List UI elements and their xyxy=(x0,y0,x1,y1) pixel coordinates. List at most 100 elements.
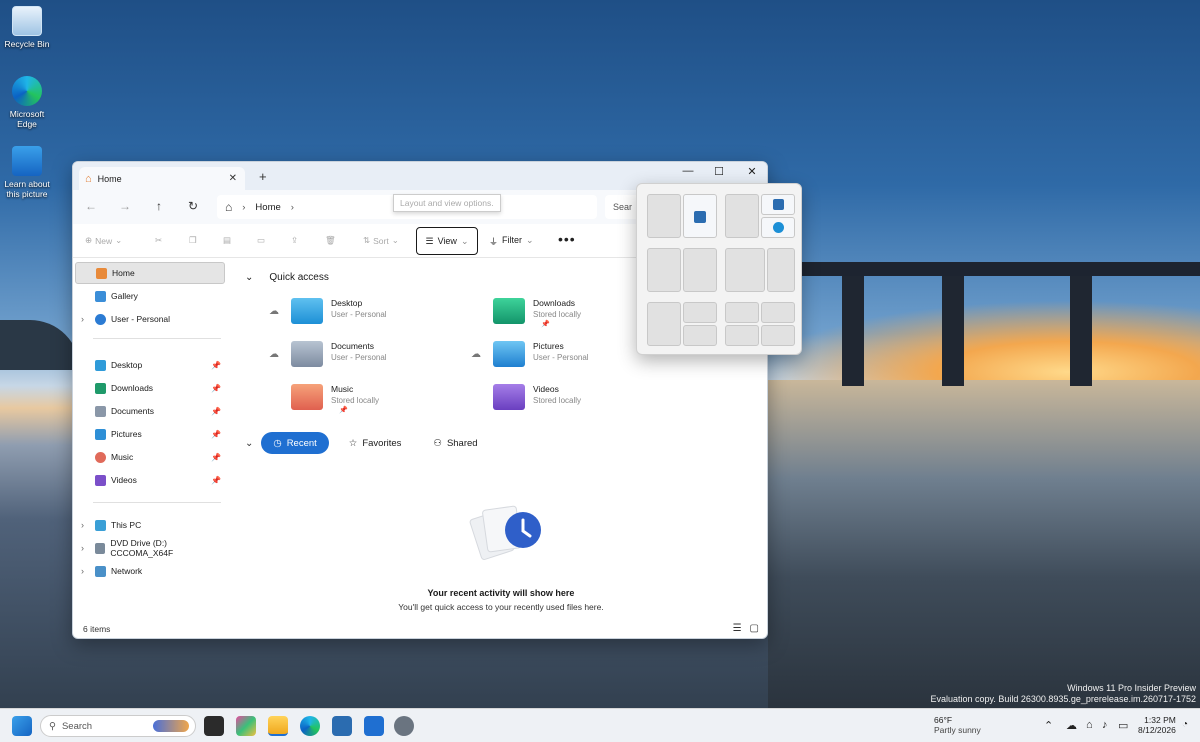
snap-zone[interactable] xyxy=(683,248,717,292)
breadcrumb-chevron-icon[interactable]: › xyxy=(291,202,294,213)
snap-zone[interactable] xyxy=(725,302,759,323)
cloud-status-icon: ☁ xyxy=(269,349,279,360)
up-icon[interactable]: ↑ xyxy=(151,199,167,213)
task-view-icon[interactable] xyxy=(204,716,224,736)
sidebar-divider xyxy=(93,338,221,339)
back-icon[interactable]: ← xyxy=(83,199,99,213)
tab-recent[interactable]: ◷ Recent xyxy=(261,432,329,454)
delete-icon[interactable]: 🗑 xyxy=(325,235,336,246)
tab-shared[interactable]: ⚇ Shared xyxy=(421,432,489,454)
tiles-view-icon[interactable]: ▢ xyxy=(750,623,759,634)
new-tab-button[interactable]: + xyxy=(259,169,267,184)
show-hidden-icons-icon[interactable]: ⌃ xyxy=(1044,719,1053,732)
taskbar-search[interactable]: ⚲ Search xyxy=(40,715,196,737)
breadcrumb[interactable]: Home xyxy=(255,202,280,213)
edge-taskbar-icon[interactable] xyxy=(300,716,320,736)
sidebar-item-music[interactable]: Music 📌 xyxy=(75,446,225,468)
details-view-icon[interactable]: ☰ xyxy=(733,623,742,634)
settings-icon[interactable] xyxy=(394,716,414,736)
notifications-icon[interactable]: ◔ xyxy=(1182,719,1188,730)
close-window-button[interactable]: ✕ xyxy=(743,165,761,178)
sidebar-item-label: Pictures xyxy=(111,429,142,439)
more-options-icon[interactable]: ••• xyxy=(558,231,576,247)
snap-zone[interactable] xyxy=(647,248,681,292)
sidebar-item-onedrive[interactable]: › User - Personal xyxy=(75,308,225,330)
refresh-icon[interactable]: ↻ xyxy=(185,199,201,213)
chevron-down-icon[interactable]: ⌄ xyxy=(245,272,253,283)
sidebar-item-home[interactable]: Home xyxy=(75,262,225,284)
sidebar-item-downloads[interactable]: Downloads 📌 xyxy=(75,377,225,399)
close-tab-icon[interactable]: ✕ xyxy=(229,173,237,184)
copy-icon[interactable]: ❐ xyxy=(189,235,197,246)
onedrive-tray-icon[interactable]: ☁ xyxy=(1066,719,1077,732)
snap-zone[interactable] xyxy=(683,302,717,323)
sidebar-item-pictures[interactable]: Pictures 📌 xyxy=(75,423,225,445)
snap-zone-edge[interactable] xyxy=(761,217,795,238)
copilot-icon[interactable] xyxy=(236,716,256,736)
desktop-icon-recycle-bin[interactable]: Recycle Bin xyxy=(4,6,50,49)
new-button[interactable]: ⊕ New ⌄ xyxy=(85,235,122,246)
sidebar-item-gallery[interactable]: Gallery xyxy=(75,285,225,307)
start-button[interactable] xyxy=(12,716,32,736)
tab-favorites[interactable]: ☆ Favorites xyxy=(337,432,414,454)
watermark-line: Evaluation copy. Build 26300.8935.ge_pre… xyxy=(930,694,1196,704)
store-taskbar-icon[interactable] xyxy=(332,716,352,736)
filter-button[interactable]: ⏚ Filter ⌄ xyxy=(489,235,534,248)
snap-zone[interactable] xyxy=(683,325,717,346)
music-icon xyxy=(95,451,106,463)
file-explorer-taskbar-icon[interactable] xyxy=(268,716,288,736)
snap-zone-store[interactable] xyxy=(761,194,795,215)
snap-zone[interactable] xyxy=(647,194,681,238)
chevron-right-icon[interactable]: › xyxy=(81,566,84,576)
snap-zone[interactable] xyxy=(725,248,765,292)
quick-access-item-videos[interactable]: Videos Stored locally xyxy=(471,382,671,416)
chevron-right-icon[interactable]: › xyxy=(81,520,84,530)
chevron-right-icon[interactable]: › xyxy=(81,543,84,553)
snap-zone-store[interactable] xyxy=(683,194,717,238)
weather-widget[interactable]: 66°F Partly sunny xyxy=(934,715,981,735)
sidebar-item-network[interactable]: › Network xyxy=(75,560,225,582)
minimize-button[interactable]: — xyxy=(679,165,697,177)
rename-icon[interactable]: ▭ xyxy=(257,235,265,246)
maximize-button[interactable]: ☐ xyxy=(710,165,728,178)
clock[interactable]: 1:32 PM 8/12/2026 xyxy=(1138,715,1176,735)
navigation-pane: Home Gallery › User - Personal Desktop 📌… xyxy=(73,258,229,618)
share-icon[interactable]: ⇪ xyxy=(291,235,298,246)
sort-button[interactable]: ⇅ Sort ⌄ xyxy=(363,235,399,246)
battery-icon[interactable]: ▭ xyxy=(1118,719,1128,732)
snap-zone[interactable] xyxy=(647,302,681,346)
outlook-icon[interactable] xyxy=(364,716,384,736)
sidebar-item-documents[interactable]: Documents 📌 xyxy=(75,400,225,422)
desktop-icon-learn-about-picture[interactable]: Learn about this picture xyxy=(4,146,50,199)
snap-zone[interactable] xyxy=(725,325,759,346)
videos-folder-icon xyxy=(493,384,525,410)
tab-label: Recent xyxy=(286,437,317,449)
forward-icon[interactable]: → xyxy=(117,199,133,213)
snap-zone[interactable] xyxy=(761,325,795,346)
network-tray-icon[interactable]: ⌂ xyxy=(1086,719,1093,731)
sidebar-item-desktop[interactable]: Desktop 📌 xyxy=(75,354,225,376)
quick-access-item-desktop[interactable]: ☁ Desktop User - Personal xyxy=(269,296,469,330)
volume-icon[interactable]: ♪ xyxy=(1102,719,1108,731)
tab-home[interactable]: ⌂ Home ✕ xyxy=(79,167,245,190)
paste-icon[interactable]: ▤ xyxy=(223,235,231,246)
status-item-count: 6 items xyxy=(83,624,111,634)
section-title: Quick access xyxy=(269,272,329,283)
snap-zone[interactable] xyxy=(761,302,795,323)
chevron-right-icon[interactable]: › xyxy=(81,314,84,324)
chevron-down-icon[interactable]: ⌄ xyxy=(245,438,253,449)
desktop-icon-edge[interactable]: Microsoft Edge xyxy=(4,76,50,129)
snap-zone[interactable] xyxy=(725,194,759,238)
quick-access-header[interactable]: ⌄ Quick access xyxy=(245,272,329,283)
snap-zone[interactable] xyxy=(767,248,795,292)
sidebar-item-this-pc[interactable]: › This PC xyxy=(75,514,225,536)
quick-access-item-music[interactable]: Music Stored locally 📌 xyxy=(269,382,469,416)
sidebar-item-videos[interactable]: Videos 📌 xyxy=(75,469,225,491)
sidebar-item-dvd-drive[interactable]: › DVD Drive (D:) CCCOMA_X64F xyxy=(75,537,225,559)
filter-label: Filter xyxy=(502,235,523,245)
cut-icon[interactable]: ✂ xyxy=(155,235,162,246)
sidebar-item-label: Gallery xyxy=(111,291,138,301)
view-button[interactable]: ☰ View ⌄ xyxy=(416,227,478,255)
view-list-icon: ☰ xyxy=(425,235,434,246)
quick-access-item-documents[interactable]: ☁ Documents User - Personal xyxy=(269,339,469,373)
